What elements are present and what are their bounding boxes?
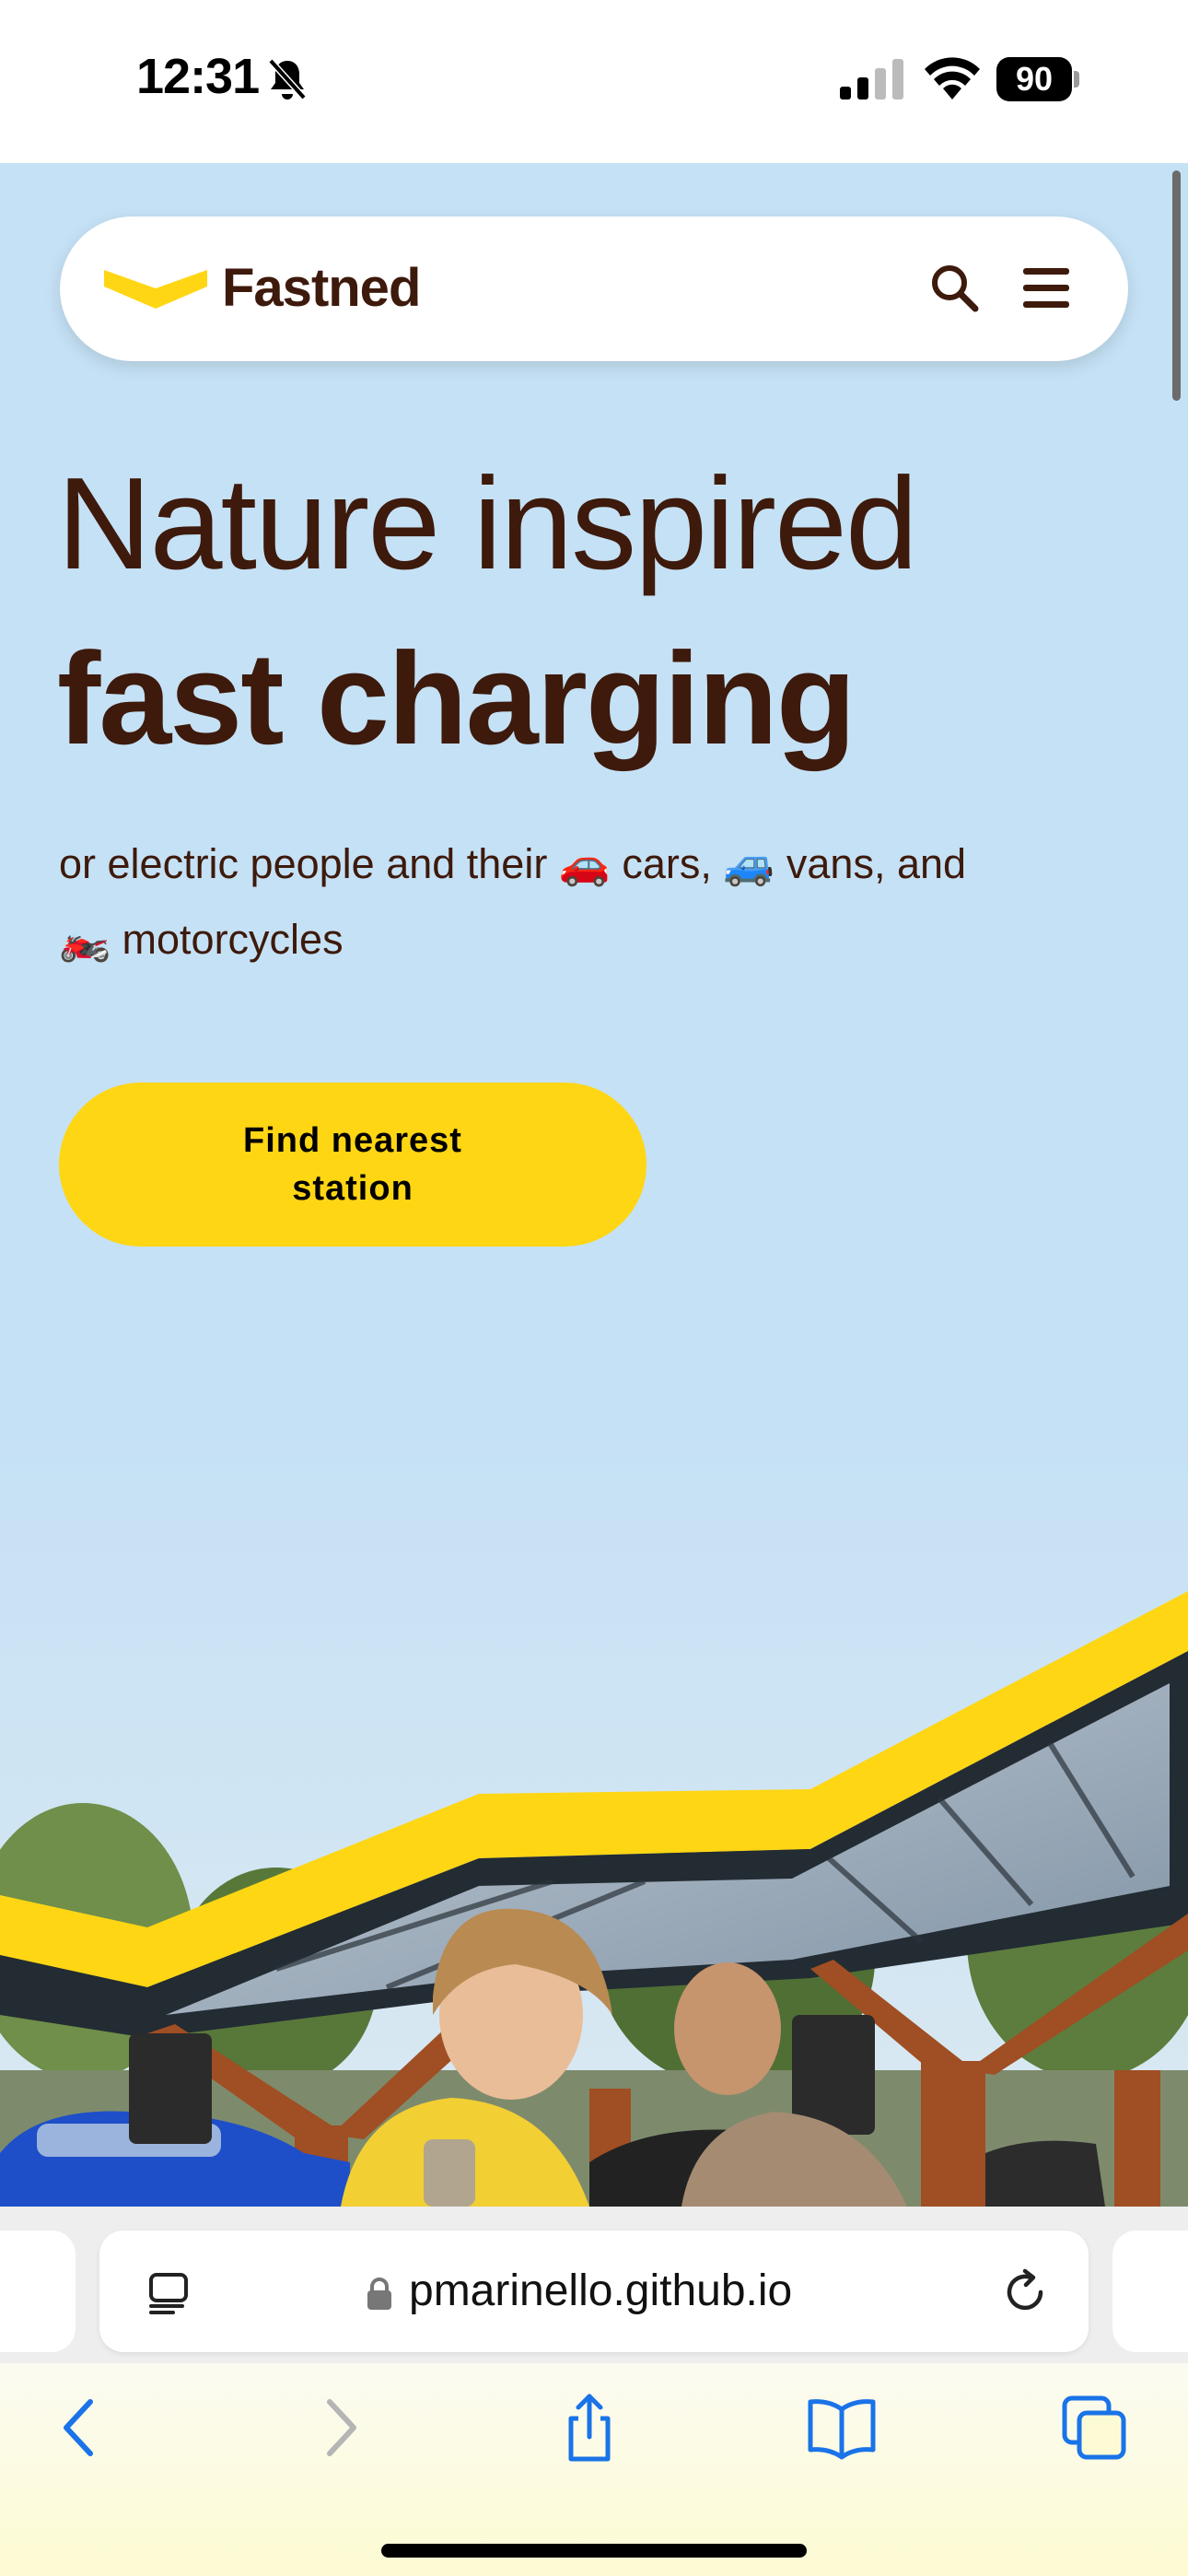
share-icon[interactable] [553, 2391, 626, 2465]
site-navbar: Fastned [60, 217, 1128, 361]
hero-title-line-2: fast charging [57, 626, 856, 772]
url-text[interactable]: pmarinello.github.io [409, 2266, 792, 2316]
hero-subtitle: or electric people and their 🚗 cars, 🚙 v… [59, 840, 967, 963]
wifi-icon [925, 57, 980, 100]
forward-icon[interactable] [302, 2391, 376, 2465]
fastned-logo-icon[interactable] [104, 263, 207, 314]
browser-toolbar [0, 2363, 1188, 2576]
charging-station-photo [0, 1425, 1188, 2207]
hamburger-menu-icon[interactable] [1023, 266, 1069, 310]
browser-address-area: pmarinello.github.io [0, 2207, 1188, 2363]
bookmarks-icon[interactable] [805, 2391, 879, 2465]
tabs-icon[interactable] [1057, 2391, 1131, 2465]
brand-name[interactable]: Fastned [222, 257, 421, 319]
previous-tab-preview[interactable] [0, 2231, 76, 2352]
cellular-signal-icon [840, 59, 903, 100]
find-nearest-station-label: Find nearest station [243, 1121, 462, 1208]
find-nearest-station-button[interactable]: Find nearest station [59, 1083, 646, 1247]
scrollbar[interactable] [1172, 170, 1181, 401]
bell-muted-icon [268, 58, 307, 100]
address-bar[interactable]: pmarinello.github.io [99, 2231, 1089, 2352]
hero-title-line-1: Nature inspired [57, 451, 918, 597]
battery-level: 90 [996, 57, 1072, 101]
home-indicator[interactable] [381, 2544, 807, 2558]
back-icon[interactable] [44, 2391, 118, 2465]
web-page[interactable]: Fastned Nature inspired fast charging or… [0, 163, 1188, 2207]
battery-tip [1074, 71, 1079, 88]
status-bar: 12:31 90 [0, 0, 1188, 163]
battery-indicator: 90 [996, 57, 1081, 101]
page-menu-icon[interactable] [146, 2269, 192, 2315]
reload-icon[interactable] [1000, 2267, 1050, 2317]
status-time: 12:31 [136, 49, 260, 104]
lock-icon [367, 2277, 391, 2310]
next-tab-preview[interactable] [1112, 2231, 1188, 2352]
search-icon[interactable] [929, 263, 979, 312]
